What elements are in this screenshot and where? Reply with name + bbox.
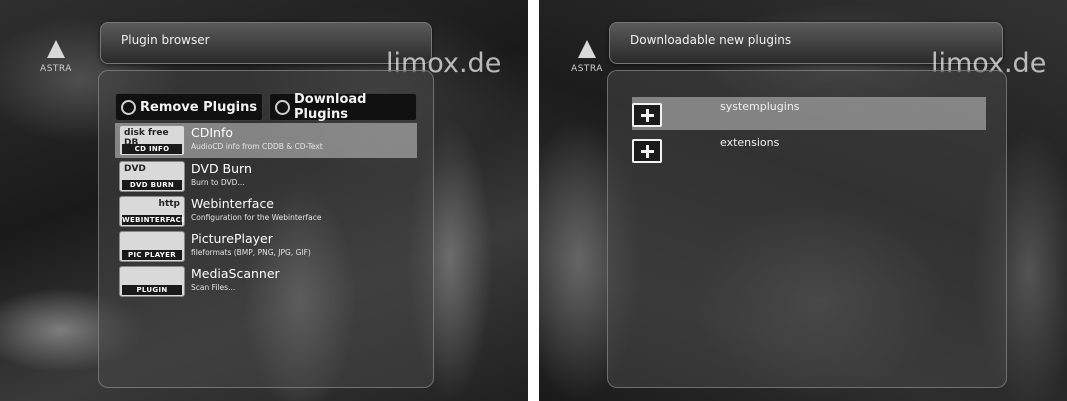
plugin-item-dvd-burn[interactable]: DVD DVD BURN DVD Burn Burn to DVD... [115, 159, 417, 194]
dvd-burn-icon: DVD DVD BURN [119, 161, 185, 192]
plugin-name: CDInfo [191, 125, 234, 140]
circle-icon [275, 99, 290, 115]
plugin-item-mediascanner[interactable]: PLUGIN MediaScanner Scan Files... [115, 264, 417, 299]
plugin-name: Webinterface [191, 196, 275, 211]
astra-logo: ASTRA [36, 40, 76, 74]
circle-icon [121, 99, 136, 115]
downloadable-plugins-screen: ASTRA Downloadable new plugins limox.de … [539, 0, 1067, 401]
plugin-icon: PLUGIN [119, 266, 185, 297]
astra-logo-icon [578, 40, 596, 58]
category-label: extensions [720, 136, 780, 149]
plugin-description: Scan Files... [191, 283, 236, 292]
logo-text: ASTRA [571, 64, 603, 74]
cd-info-icon: disk free DB CD INFO [119, 125, 185, 156]
tab-download-plugins[interactable]: Download Plugins [269, 92, 417, 122]
title-bar: Plugin browser [100, 22, 432, 64]
plugin-item-webinterface[interactable]: http WEBINTERFACE Webinterface Configura… [115, 194, 417, 229]
pic-player-icon: PIC PLAYER [119, 231, 185, 262]
plus-icon [632, 139, 662, 163]
plugin-browser-screen: ASTRA Plugin browser limox.de Remove Plu… [0, 0, 528, 401]
plugin-item-cdinfo[interactable]: disk free DB CD INFO CDInfo AudioCD info… [115, 123, 417, 158]
plugin-name: PicturePlayer [191, 231, 273, 246]
category-item-extensions[interactable]: extensions [632, 133, 986, 166]
tab-label: Remove Plugins [140, 99, 258, 115]
astra-logo: ASTRA [567, 40, 607, 74]
window-title: Plugin browser [121, 33, 210, 47]
astra-logo-icon [47, 40, 65, 58]
webinterface-icon: http WEBINTERFACE [119, 196, 185, 227]
plugin-item-pictureplayer[interactable]: PIC PLAYER PicturePlayer fileformats (BM… [115, 229, 417, 264]
category-item-systemplugins[interactable]: systemplugins [632, 97, 986, 130]
logo-text: ASTRA [40, 64, 72, 74]
window-title: Downloadable new plugins [630, 33, 792, 47]
plugin-list-panel: Remove Plugins Download Plugins disk fre… [98, 70, 434, 388]
category-list-panel: systemplugins extensions [607, 70, 1007, 388]
tab-remove-plugins[interactable]: Remove Plugins [115, 93, 263, 121]
plugin-description: fileformats (BMP, PNG, JPG, GIF) [191, 248, 311, 257]
category-label: systemplugins [720, 100, 800, 113]
plus-icon [632, 103, 662, 127]
plugin-name: MediaScanner [191, 266, 280, 281]
tab-label: Download Plugins [294, 92, 367, 122]
plugin-description: Configuration for the Webinterface [191, 213, 322, 222]
plugin-name: DVD Burn [191, 161, 252, 176]
plugin-description: AudioCD info from CDDB & CD-Text [191, 142, 323, 151]
plugin-description: Burn to DVD... [191, 178, 245, 187]
